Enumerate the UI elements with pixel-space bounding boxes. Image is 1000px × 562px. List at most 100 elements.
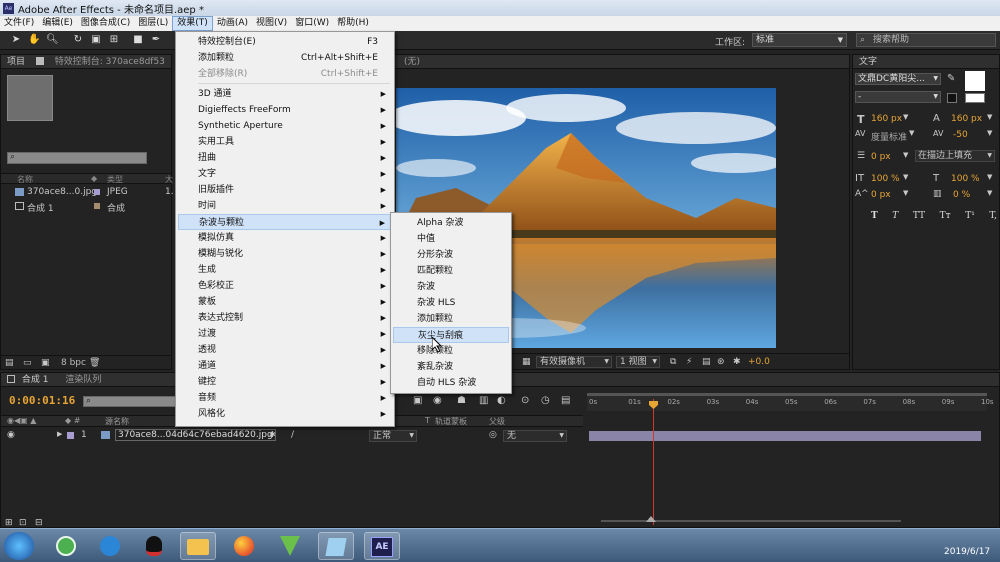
timer-icon[interactable]: ◷ xyxy=(541,395,550,406)
menu-file[interactable]: 文件(F) xyxy=(0,16,38,31)
menu-layer[interactable]: 图层(L) xyxy=(134,16,172,31)
chevron-down-icon[interactable]: ▼ xyxy=(909,129,914,137)
taskbar-explorer-icon[interactable] xyxy=(180,532,216,560)
graph-editor-icon[interactable]: ⊙ xyxy=(521,395,529,406)
label-color-swatch[interactable] xyxy=(67,432,74,439)
toggle-switches-icon[interactable]: ⊞ xyxy=(5,518,13,528)
menu-view[interactable]: 视图(V) xyxy=(252,16,291,31)
taskbar-qq-icon[interactable] xyxy=(136,532,172,560)
new-folder-icon[interactable]: ▭ xyxy=(23,358,32,368)
switch-quality-icon[interactable]: / xyxy=(291,430,294,440)
effects-menu-item[interactable]: 扭曲 ▶ xyxy=(178,150,392,166)
current-time-display[interactable]: 0:00:01:16 xyxy=(9,394,75,407)
work-area-bar[interactable] xyxy=(587,393,987,396)
faux-italic-button[interactable]: T xyxy=(892,211,898,225)
exposure-value[interactable]: +0.0 xyxy=(748,357,770,367)
col-t[interactable]: T xyxy=(425,416,430,425)
font-style-select[interactable]: - ▼ xyxy=(855,91,941,103)
pan-behind-tool-icon[interactable]: ⊞ xyxy=(108,34,120,46)
effects-menu-item[interactable]: 旧版插件 ▶ xyxy=(178,182,392,198)
col-parent[interactable]: 父级 xyxy=(489,416,505,427)
parent-pickwhip-icon[interactable]: ◎ xyxy=(489,430,497,440)
chevron-down-icon[interactable]: ▼ xyxy=(903,151,908,159)
tab-composition[interactable]: 合成 1 xyxy=(22,375,49,385)
noise-submenu-item[interactable]: 杂波 HLS xyxy=(393,295,509,311)
effects-menu-item[interactable]: Digieffects FreeForm ▶ xyxy=(178,102,392,118)
horizontal-scale-value[interactable]: 100 % xyxy=(951,174,980,184)
effects-menu-item[interactable]: 杂波与颗粒 ▶ xyxy=(178,214,392,230)
taskbar-ie-icon[interactable] xyxy=(92,532,128,560)
chevron-down-icon[interactable]: ▼ xyxy=(987,113,992,121)
noise-submenu-item[interactable]: 自动 HLS 杂波 xyxy=(393,375,509,391)
motion-blur-icon[interactable]: ◐ xyxy=(497,395,506,406)
new-composition-icon[interactable]: ▣ xyxy=(41,358,50,368)
effects-menu-item[interactable]: 通道 ▶ xyxy=(178,358,392,374)
leading-value[interactable]: 160 px xyxy=(951,114,982,124)
draft-3d-icon[interactable]: ◉ xyxy=(433,395,442,406)
effects-menu-item[interactable]: 过渡 ▶ xyxy=(178,326,392,342)
trash-icon[interactable]: 🗑︎ xyxy=(89,358,100,368)
camera-tool-icon[interactable]: ▣ xyxy=(90,34,102,46)
faux-bold-button[interactable]: T xyxy=(871,211,878,225)
interpret-footage-icon[interactable]: ▤ xyxy=(5,358,14,368)
start-button[interactable] xyxy=(4,532,34,560)
menu-help[interactable]: 帮助(H) xyxy=(333,16,373,31)
layer-duration-bar[interactable] xyxy=(589,431,981,441)
tab-render-queue[interactable]: 渲染队列 xyxy=(65,375,101,385)
noise-submenu-item[interactable]: 添加颗粒 xyxy=(393,311,509,327)
toggle-modes-icon[interactable]: ⊡ xyxy=(19,518,27,528)
effects-menu-item[interactable]: Synthetic Aperture ▶ xyxy=(178,118,392,134)
bpc-label[interactable]: 8 bpc xyxy=(61,358,86,368)
taskbar-firefox-icon[interactable] xyxy=(226,532,262,560)
menu-effect[interactable]: 效果(T) xyxy=(172,16,213,31)
chevron-down-icon[interactable]: ▼ xyxy=(987,173,992,181)
effects-menu-item[interactable]: 风格化 ▶ xyxy=(178,406,392,422)
noise-submenu-item[interactable]: 紊乱杂波 xyxy=(393,359,509,375)
taskbar-app-icon[interactable] xyxy=(272,532,308,560)
font-size-value[interactable]: 160 px xyxy=(871,114,902,124)
noise-submenu-item[interactable]: 中值 xyxy=(393,231,509,247)
effects-menu-item[interactable]: 蒙板 ▶ xyxy=(178,294,392,310)
rectangle-tool-icon[interactable]: ■ xyxy=(132,34,144,46)
effects-menu-item[interactable]: 3D 通道 ▶ xyxy=(178,86,392,102)
taskbar-notepad-icon[interactable] xyxy=(318,532,354,560)
list-item[interactable]: 370ace8...0.jpg JPEG 1. xyxy=(1,186,174,199)
effects-menu-item[interactable]: 添加颗粒 Ctrl+Alt+Shift+E xyxy=(178,50,392,66)
col-name[interactable]: 名称 xyxy=(17,174,33,185)
taskbar-after-effects-icon[interactable]: AE xyxy=(364,532,400,560)
menu-animation[interactable]: 动画(A) xyxy=(213,16,252,31)
kerning-value[interactable]: 度量标准 xyxy=(871,130,907,143)
superscript-button[interactable]: T¹ xyxy=(965,211,975,225)
flowchart-icon[interactable]: ⊛ xyxy=(717,357,725,367)
noise-submenu-item[interactable]: 杂波 xyxy=(393,279,509,295)
effects-menu-item[interactable]: 生成 ▶ xyxy=(178,262,392,278)
fill-color-swatch[interactable] xyxy=(965,71,985,91)
stroke-color-swatch[interactable] xyxy=(947,93,957,103)
layer-name[interactable]: 370ace8...04d64c76ebad4620.jpg xyxy=(115,429,276,441)
taskbar-360-browser-icon[interactable] xyxy=(48,532,84,560)
chevron-down-icon[interactable]: ▼ xyxy=(903,113,908,121)
comp-mini-flowchart-icon[interactable]: ▣ xyxy=(413,395,422,406)
col-track-matte[interactable]: 轨道蒙板 xyxy=(435,416,467,427)
noise-submenu-item[interactable]: Alpha 杂波 xyxy=(393,215,509,231)
fast-previews-icon[interactable]: ⚡ xyxy=(686,357,692,367)
font-family-select[interactable]: 文鼎DC黄阳尖... ▼ xyxy=(855,73,941,85)
baseline-shift-value[interactable]: 0 px xyxy=(871,190,891,200)
toggle-pixel-aspect-icon[interactable]: ⧉ xyxy=(670,357,676,367)
grid-icon[interactable]: ▦ xyxy=(522,357,531,367)
toggle-in-out-icon[interactable]: ⊟ xyxy=(35,518,43,528)
noise-submenu-item[interactable]: 匹配颗粒 xyxy=(393,263,509,279)
rotate-tool-icon[interactable]: ↻ xyxy=(72,34,84,46)
timeline-search-input[interactable]: ⌕ xyxy=(83,396,179,407)
chevron-down-icon[interactable]: ▼ xyxy=(987,129,992,137)
effects-menu-item[interactable]: 键控 ▶ xyxy=(178,374,392,390)
workspace-select[interactable]: 标准 ▼ xyxy=(752,33,847,47)
panel-menu-icon[interactable] xyxy=(35,57,44,65)
menu-composition[interactable]: 图像合成(C) xyxy=(77,16,134,31)
pen-tool-icon[interactable]: ✒ xyxy=(150,34,162,46)
effects-menu-item[interactable]: 色彩校正 ▶ xyxy=(178,278,392,294)
effects-menu-item[interactable]: 透视 ▶ xyxy=(178,342,392,358)
switch-shy-icon[interactable]: ✱ xyxy=(269,430,276,439)
chevron-down-icon[interactable]: ▼ xyxy=(987,189,992,197)
parent-select[interactable]: 无 ▼ xyxy=(503,430,567,442)
